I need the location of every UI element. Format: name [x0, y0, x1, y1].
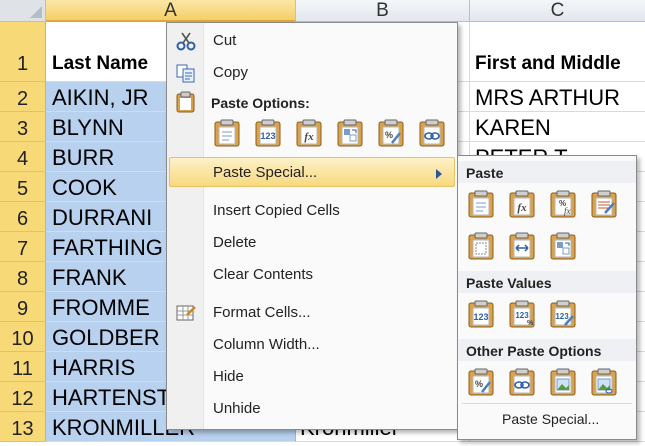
formulas-icon[interactable]: fx: [294, 118, 324, 148]
row-header[interactable]: 2: [0, 82, 46, 112]
svg-text:fx: fx: [517, 202, 527, 214]
svg-text:fx: fx: [304, 131, 314, 143]
svg-text:123: 123: [515, 311, 529, 320]
formatting-icon[interactable]: %: [466, 367, 496, 397]
menu-item-label: Format Cells...: [213, 304, 311, 321]
row-header[interactable]: 11: [0, 352, 46, 382]
menu-item-cut[interactable]: Cut: [169, 26, 455, 56]
row-header[interactable]: 1: [0, 22, 46, 82]
other-paste-options-header: Other Paste Options: [458, 339, 636, 361]
values-number-format-icon[interactable]: 123%: [507, 299, 537, 329]
row-header[interactable]: 5: [0, 172, 46, 202]
select-all-corner[interactable]: [0, 0, 46, 22]
svg-text:%: %: [385, 130, 393, 140]
menu-item-delete[interactable]: Delete: [169, 228, 455, 258]
menu-item-label: Unhide: [213, 400, 261, 417]
column-header-a[interactable]: A: [46, 0, 296, 22]
menu-item-label: Cut: [213, 32, 237, 49]
menu-item-label: Clear Contents: [213, 266, 314, 283]
submenu-arrow-icon: [436, 169, 442, 179]
row-header[interactable]: 12: [0, 382, 46, 412]
keep-column-widths-icon[interactable]: [507, 231, 537, 261]
row-header[interactable]: 7: [0, 232, 46, 262]
transpose-icon[interactable]: [548, 231, 578, 261]
row-header[interactable]: 10: [0, 322, 46, 352]
paste-icon[interactable]: [466, 189, 496, 219]
row-header[interactable]: 4: [0, 142, 46, 172]
menu-item-hide[interactable]: Hide: [169, 362, 455, 392]
menu-item-label: Hide: [213, 368, 244, 385]
submenu-divider: [462, 403, 632, 404]
menu-item-clear-contents[interactable]: Clear Contents: [169, 260, 455, 290]
menu-item-label: Copy: [213, 64, 249, 81]
svg-text:fx: fx: [564, 206, 571, 216]
menu-item-unhide[interactable]: Unhide: [169, 394, 455, 424]
cell-c[interactable]: First and Middle: [470, 22, 645, 82]
svg-text:123: 123: [555, 312, 569, 321]
select-all-triangle-icon: [30, 6, 42, 18]
column-header-c[interactable]: C: [470, 0, 645, 22]
format-cells-icon: [176, 305, 196, 321]
svg-text:%: %: [475, 379, 483, 389]
scissors-icon: [176, 32, 196, 51]
menu-item-copy[interactable]: Copy: [169, 58, 455, 88]
cell-c[interactable]: KAREN: [470, 112, 645, 142]
linked-picture-icon[interactable]: [589, 367, 619, 397]
menu-item-label: Paste Special...: [213, 164, 318, 181]
paste-special-dialog-link[interactable]: Paste Special...: [502, 411, 599, 427]
menu-item-column-width[interactable]: Column Width...: [169, 330, 455, 360]
copy-icon: [176, 64, 195, 83]
menu-item-label: Delete: [213, 234, 257, 251]
row-header[interactable]: 13: [0, 412, 46, 442]
paste-options-header: Paste Options:: [211, 95, 310, 111]
paste-section-header: Paste: [458, 161, 636, 183]
formulas-number-format-icon[interactable]: % fx: [548, 189, 578, 219]
clipboard-icon: [176, 91, 195, 113]
svg-text:%: %: [527, 320, 534, 327]
transpose-icon[interactable]: [335, 118, 365, 148]
row-header[interactable]: 8: [0, 262, 46, 292]
keep-source-formatting-icon[interactable]: [589, 189, 619, 219]
no-borders-icon[interactable]: [466, 231, 496, 261]
column-header-b[interactable]: B: [296, 0, 470, 22]
menu-item-label: Insert Copied Cells: [213, 202, 340, 219]
menu-item-paste-special[interactable]: Paste Special...: [169, 157, 455, 187]
formatting-icon[interactable]: %: [376, 118, 406, 148]
paste-link-icon[interactable]: [507, 367, 537, 397]
cell-c[interactable]: MRS ARTHUR: [470, 82, 645, 112]
paste-special-submenu: Paste fx% fx Paste Values 123 123% 123 Othe…: [457, 155, 637, 440]
paste-link-icon[interactable]: [417, 118, 447, 148]
paste-values-header: Paste Values: [458, 271, 636, 293]
menu-item-insert-copied-cells[interactable]: Insert Copied Cells: [169, 196, 455, 226]
menu-item-format-cells[interactable]: Format Cells...: [169, 298, 455, 328]
svg-text:123: 123: [473, 312, 488, 322]
picture-icon[interactable]: [548, 367, 578, 397]
values-source-formatting-icon[interactable]: 123: [548, 299, 578, 329]
row-header[interactable]: 6: [0, 202, 46, 232]
svg-text:123: 123: [260, 131, 275, 141]
values-icon[interactable]: 123: [253, 118, 283, 148]
menu-item-label: Column Width...: [213, 336, 320, 353]
row-header[interactable]: 3: [0, 112, 46, 142]
paste-icon[interactable]: [212, 118, 242, 148]
formulas-icon[interactable]: fx: [507, 189, 537, 219]
context-menu: Cut Copy Paste Options: 123 fx% Paste Spe…: [166, 22, 458, 430]
values-icon[interactable]: 123: [466, 299, 496, 329]
row-header[interactable]: 9: [0, 292, 46, 322]
